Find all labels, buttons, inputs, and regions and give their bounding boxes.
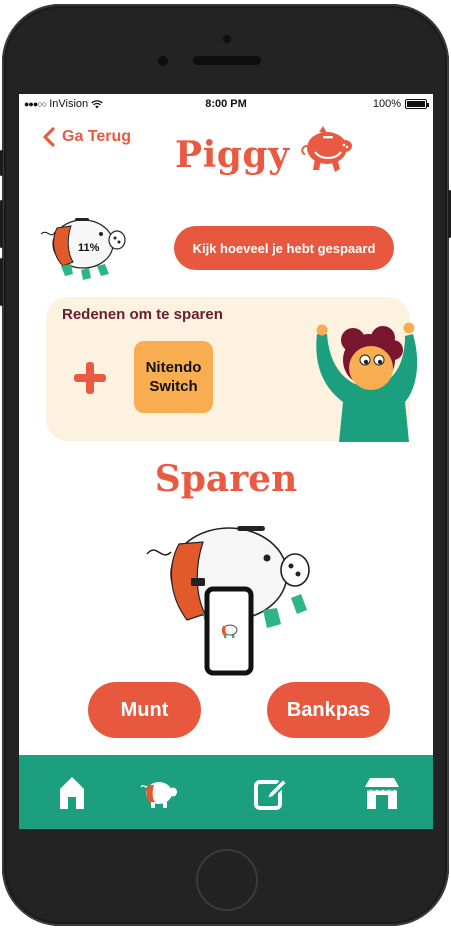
piggy-logo-icon bbox=[301, 126, 352, 172]
bank-card-button[interactable]: Bankpas bbox=[267, 682, 390, 738]
tab-home[interactable] bbox=[52, 773, 92, 813]
battery-percent: 100% bbox=[372, 98, 401, 110]
view-savings-button[interactable]: Kijk hoeveel je hebt gespaard bbox=[174, 226, 394, 270]
chevron-left-icon bbox=[43, 127, 55, 147]
goal-tile[interactable]: Nitendo Switch bbox=[134, 341, 213, 413]
back-button[interactable]: Ga Terug bbox=[42, 127, 131, 147]
coin-button[interactable]: Munt bbox=[88, 682, 201, 738]
tab-piggy[interactable] bbox=[139, 773, 179, 813]
piggy-icon bbox=[140, 782, 177, 808]
goal-line-2: Switch bbox=[149, 378, 198, 395]
shop-icon bbox=[364, 778, 400, 809]
status-time: 8:00 PM bbox=[205, 98, 247, 110]
volume-up-button bbox=[0, 200, 3, 248]
tab-edit[interactable] bbox=[251, 773, 291, 813]
mute-switch bbox=[0, 150, 3, 176]
home-button[interactable] bbox=[196, 849, 258, 911]
tab-bar bbox=[19, 755, 433, 829]
cheering-person-illustration bbox=[316, 322, 418, 442]
reasons-title: Redenen om te sparen bbox=[62, 306, 223, 323]
battery-icon bbox=[405, 99, 429, 109]
edit-icon bbox=[254, 777, 289, 810]
section-title: Sparen bbox=[154, 458, 298, 500]
status-bar: ●●●○○ InVision 8:00 PM 100% bbox=[19, 94, 433, 114]
app-screen: ●●●○○ InVision 8:00 PM 100% Ga Terug Pig… bbox=[19, 94, 433, 829]
tab-shop[interactable] bbox=[362, 773, 402, 813]
goal-line-1: Nitendo bbox=[145, 359, 202, 376]
volume-down-button bbox=[0, 258, 3, 306]
battery-group: 100% bbox=[372, 98, 429, 110]
page-title: Piggy bbox=[175, 134, 290, 176]
proximity-sensor bbox=[223, 35, 231, 43]
earpiece-speaker bbox=[193, 56, 261, 65]
add-goal-icon[interactable] bbox=[72, 360, 108, 396]
savings-percent: 11% bbox=[78, 242, 100, 254]
front-camera bbox=[158, 56, 168, 66]
home-icon bbox=[60, 777, 84, 809]
phone-payment-icon bbox=[204, 586, 254, 676]
back-label: Ga Terug bbox=[62, 128, 132, 145]
